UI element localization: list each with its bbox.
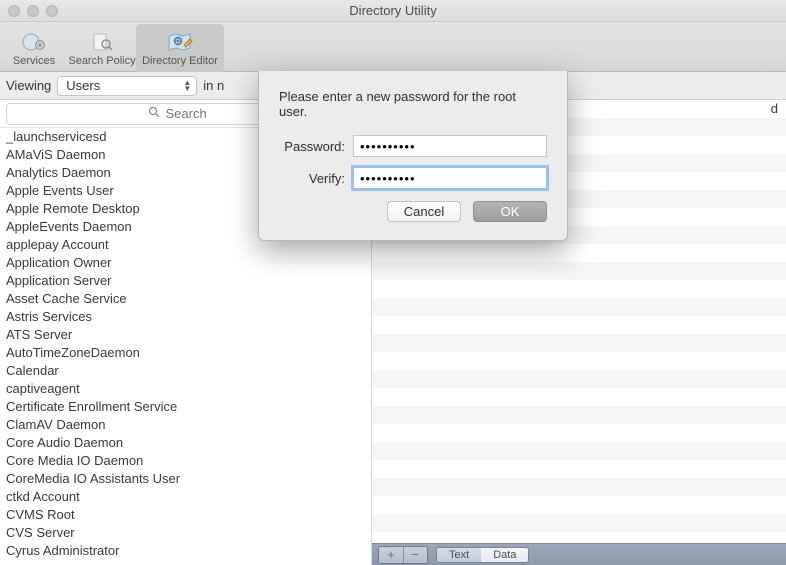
- list-item[interactable]: CVS Server: [0, 524, 371, 542]
- password-sheet: Please enter a new password for the root…: [258, 71, 568, 241]
- toolbar-services[interactable]: Services: [0, 24, 68, 72]
- toolbar-label: Search Policy: [68, 55, 135, 67]
- list-item[interactable]: Core Media IO Daemon: [0, 452, 371, 470]
- list-item[interactable]: Astris Services: [0, 308, 371, 326]
- list-item[interactable]: ctkd Account: [0, 488, 371, 506]
- detail-footer: + − Text Data: [372, 543, 786, 565]
- toolbar: Services Search Policy Directory Editor: [0, 22, 786, 72]
- toolbar-label: Directory Editor: [142, 55, 218, 67]
- viewing-select-value: Users: [66, 78, 100, 93]
- detail-row: [372, 532, 786, 543]
- detail-row: [372, 478, 786, 496]
- toolbar-search-policy[interactable]: Search Policy: [68, 24, 136, 72]
- detail-row: [372, 370, 786, 388]
- list-item[interactable]: CVMS Root: [0, 506, 371, 524]
- detail-row: [372, 262, 786, 280]
- detail-row: [372, 316, 786, 334]
- traffic-lights: [8, 5, 58, 17]
- detail-row: [372, 460, 786, 478]
- detail-row: [372, 496, 786, 514]
- remove-button[interactable]: −: [403, 547, 427, 563]
- password-input[interactable]: [353, 135, 547, 157]
- map-pencil-icon: [166, 30, 194, 54]
- ok-button[interactable]: OK: [473, 201, 547, 222]
- search-input[interactable]: [164, 105, 224, 122]
- detail-row: [372, 514, 786, 532]
- window-title: Directory Utility: [0, 3, 786, 18]
- toolbar-label: Services: [13, 55, 55, 67]
- add-button[interactable]: +: [379, 547, 403, 563]
- list-item[interactable]: Calendar: [0, 362, 371, 380]
- list-item[interactable]: ATS Server: [0, 326, 371, 344]
- minimize-window-button[interactable]: [27, 5, 39, 17]
- detail-row: [372, 334, 786, 352]
- list-item[interactable]: Asset Cache Service: [0, 290, 371, 308]
- titlebar: Directory Utility: [0, 0, 786, 22]
- detail-row: [372, 424, 786, 442]
- detail-row: [372, 298, 786, 316]
- list-item[interactable]: Certificate Enrollment Service: [0, 398, 371, 416]
- viewing-select[interactable]: Users ▲▼: [57, 76, 197, 96]
- list-item[interactable]: Core Audio Daemon: [0, 434, 371, 452]
- list-item[interactable]: captiveagent: [0, 380, 371, 398]
- viewing-label: Viewing: [6, 78, 51, 93]
- sheet-prompt: Please enter a new password for the root…: [279, 89, 547, 119]
- segment-text[interactable]: Text: [437, 548, 481, 562]
- list-item[interactable]: CoreMedia IO Assistants User: [0, 470, 371, 488]
- password-label: Password:: [279, 139, 345, 154]
- list-item[interactable]: Application Owner: [0, 254, 371, 272]
- list-item[interactable]: Cyrus Administrator: [0, 542, 371, 560]
- cancel-button[interactable]: Cancel: [387, 201, 461, 222]
- verify-input[interactable]: [353, 167, 547, 189]
- in-node-label: in n: [203, 78, 224, 93]
- globe-gear-icon: [20, 30, 48, 54]
- search-icon: [148, 106, 160, 121]
- list-item[interactable]: Application Server: [0, 272, 371, 290]
- text-data-segment: Text Data: [436, 547, 529, 563]
- verify-label: Verify:: [279, 171, 345, 186]
- segment-data[interactable]: Data: [481, 548, 528, 562]
- toolbar-directory-editor[interactable]: Directory Editor: [136, 24, 224, 72]
- detail-row: [372, 406, 786, 424]
- detail-row: [372, 388, 786, 406]
- zoom-window-button[interactable]: [46, 5, 58, 17]
- detail-row: [372, 280, 786, 298]
- list-item[interactable]: ClamAV Daemon: [0, 416, 371, 434]
- close-window-button[interactable]: [8, 5, 20, 17]
- detail-row: [372, 244, 786, 262]
- detail-row: [372, 352, 786, 370]
- list-item[interactable]: AutoTimeZoneDaemon: [0, 344, 371, 362]
- updown-icon: ▲▼: [181, 78, 193, 94]
- detail-header-text: d: [771, 101, 778, 116]
- add-remove-group: + −: [378, 546, 428, 564]
- document-search-icon: [88, 30, 116, 54]
- detail-row: [372, 442, 786, 460]
